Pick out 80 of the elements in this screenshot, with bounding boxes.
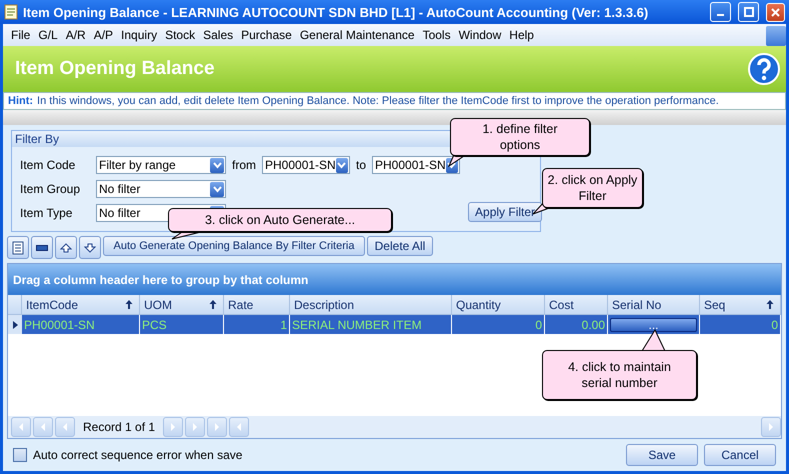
- table-cell: 0.00: [545, 315, 608, 334]
- new-button[interactable]: [7, 236, 29, 259]
- serial-number-button[interactable]: ...: [610, 318, 697, 332]
- minus-icon: [36, 244, 48, 250]
- menu-item[interactable]: Sales: [199, 28, 238, 42]
- menu-item[interactable]: Window: [454, 28, 506, 42]
- callout-tooltip: 2. click on Apply Filter: [542, 168, 643, 208]
- delete-all-button[interactable]: Delete All: [367, 236, 433, 256]
- column-header[interactable]: Serial No: [608, 295, 700, 315]
- checkbox[interactable]: [13, 448, 27, 462]
- maximize-button[interactable]: [738, 2, 759, 22]
- apply-filter-button[interactable]: Apply Filter: [468, 202, 542, 222]
- field-label: Item Group: [20, 182, 82, 196]
- field-label: from: [232, 158, 256, 172]
- move-down-button[interactable]: [79, 236, 101, 259]
- app-icon: [4, 4, 18, 20]
- close-button[interactable]: [766, 2, 785, 22]
- column-header[interactable]: Cost: [545, 295, 608, 315]
- item-code-dropdown[interactable]: PH00001-SN: [372, 156, 460, 174]
- menu-item[interactable]: Inquiry: [117, 28, 162, 42]
- hint-text: Hint: In this windows, you can add, edit delete Item Opening Balance. Note: Please filter the ItemCode first to improve the operation performance.: [3, 92, 786, 110]
- table-cell: 1: [224, 315, 290, 334]
- table-cell: SERIAL NUMBER ITEM: [290, 315, 452, 334]
- menu-item[interactable]: Tools: [418, 28, 455, 42]
- column-header[interactable]: Rate: [224, 295, 290, 315]
- dialog-button[interactable]: Save: [626, 444, 698, 466]
- chevron-down-icon: [447, 162, 456, 168]
- menu-item[interactable]: Help: [505, 28, 538, 42]
- menu-item[interactable]: Purchase: [237, 28, 296, 42]
- menu-item[interactable]: G/L: [34, 28, 62, 42]
- menu-item[interactable]: General Maintenance: [296, 28, 419, 42]
- row-selector[interactable]: [8, 315, 22, 334]
- column-header[interactable]: Description: [290, 295, 452, 315]
- auto-generate-button[interactable]: Auto Generate Opening Balance By Filter Criteria: [103, 236, 365, 256]
- group-panel: Drag a column header here to group by that column: [8, 264, 781, 295]
- field-label: Item Code: [20, 158, 76, 172]
- table-cell: PCS: [140, 315, 224, 334]
- field-label: Item Type: [20, 206, 74, 220]
- down-arrow-icon: [84, 242, 96, 252]
- callout-tooltip: 4. click to maintain serial number: [542, 350, 697, 400]
- column-header[interactable]: Quantity: [452, 295, 545, 315]
- move-up-button[interactable]: [55, 236, 77, 259]
- filter-dropdown[interactable]: Filter by range: [96, 156, 226, 174]
- column-header[interactable]: ItemCode: [22, 295, 140, 315]
- table-cell: PH00001-SN: [22, 315, 140, 334]
- dialog-button[interactable]: Cancel: [704, 444, 776, 466]
- menu-item[interactable]: A/R: [62, 28, 90, 42]
- chevron-down-icon: [212, 162, 222, 168]
- filter-dropdown[interactable]: No filter: [96, 180, 226, 198]
- menu-item[interactable]: A/P: [90, 28, 118, 42]
- sort-arrow-icon: [209, 300, 217, 309]
- checkbox-label: Auto correct sequence error when save: [33, 448, 244, 462]
- group-title: Filter By: [15, 132, 60, 146]
- table-cell: 0: [452, 315, 545, 334]
- minimize-icon: [717, 14, 724, 16]
- help-icon[interactable]: [748, 53, 780, 85]
- chevron-down-icon: [337, 162, 346, 168]
- sort-arrow-icon: [766, 300, 774, 309]
- field-label: to: [356, 158, 366, 172]
- right-arrow-icon: [766, 423, 776, 431]
- menu-item[interactable]: Stock: [161, 28, 200, 42]
- column-header[interactable]: Seq: [700, 295, 781, 315]
- document-icon: [12, 240, 24, 254]
- menu-item[interactable]: File: [7, 28, 34, 42]
- up-arrow-icon: [60, 242, 72, 252]
- row-pointer-icon: [12, 320, 18, 328]
- maximize-icon: [744, 7, 754, 17]
- record-counter: Record 1 of 1: [82, 420, 156, 434]
- column-header[interactable]: UOM: [140, 295, 224, 315]
- window-title: Item Opening Balance - LEARNING AUTOCOUNT SDN BHD [L1] - AutoCount Accounting (Ver: 1.3.3.6): [23, 4, 650, 20]
- close-icon: [771, 8, 780, 16]
- leader-line: [642, 328, 666, 352]
- sort-arrow-icon: [125, 300, 133, 309]
- page-title: Item Opening Balance: [15, 58, 215, 80]
- minimize-button[interactable]: [710, 2, 731, 22]
- row-selector-header: [8, 295, 22, 315]
- item-code-dropdown[interactable]: PH00001-SN: [262, 156, 350, 174]
- remove-button[interactable]: [31, 236, 53, 259]
- chevron-down-icon: [212, 186, 222, 192]
- table-cell: 0: [700, 315, 781, 334]
